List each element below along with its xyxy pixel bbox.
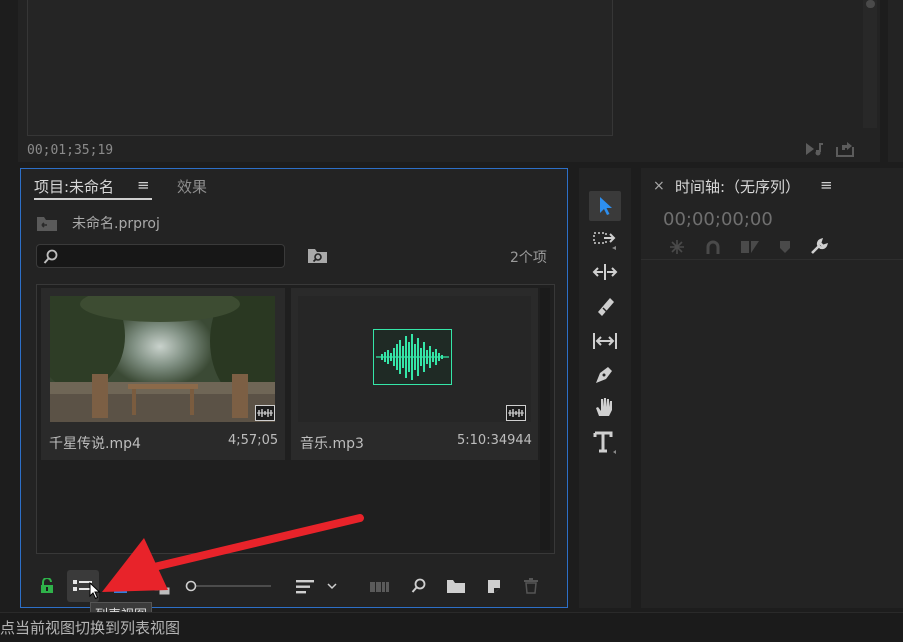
nest-sequence-icon[interactable]	[668, 238, 686, 256]
source-monitor-panel-edge	[888, 0, 903, 162]
panel-menu-icon[interactable]: ≡	[820, 176, 833, 194]
automate-to-sequence-icon[interactable]	[370, 580, 390, 594]
clear-icon[interactable]	[524, 578, 538, 594]
new-item-icon[interactable]	[486, 578, 502, 594]
grid-scrollbar[interactable]	[540, 288, 550, 550]
snap-icon[interactable]	[705, 239, 721, 255]
active-tab-indicator	[34, 198, 152, 200]
type-tool[interactable]	[592, 430, 618, 456]
add-marker-icon[interactable]	[779, 240, 791, 254]
timeline-panel	[641, 168, 903, 608]
timeline-toolbar	[668, 238, 828, 256]
monitor-scrollbar[interactable]	[863, 0, 877, 128]
ripple-edit-tool[interactable]	[592, 261, 618, 287]
razor-tool[interactable]	[592, 296, 618, 322]
find-icon[interactable]	[411, 578, 427, 594]
selection-tool[interactable]	[589, 191, 621, 221]
project-folder-icon	[36, 214, 58, 232]
track-select-tool[interactable]	[592, 228, 618, 254]
monitor-controls	[805, 141, 857, 157]
panel-menu-icon[interactable]: ≡	[137, 176, 150, 194]
pen-tool[interactable]	[592, 363, 618, 389]
video-thumbnail	[50, 296, 275, 422]
selection-arrow-icon	[598, 196, 614, 216]
project-filename: 未命名.prproj	[72, 216, 160, 232]
status-bar-text: 点当前视图切换到列表视图	[0, 619, 181, 637]
close-icon[interactable]: ×	[653, 178, 665, 194]
new-search-bin-icon[interactable]	[307, 247, 329, 265]
video-item-duration: 4;57;05	[228, 433, 279, 448]
new-bin-icon[interactable]	[446, 578, 466, 594]
tab-project[interactable]: 项目:未命名	[34, 176, 114, 197]
audio-scrub-icon[interactable]	[805, 141, 825, 157]
monitor-timecode[interactable]: 00;01;35;19	[27, 143, 113, 158]
item-count: 2个项	[510, 250, 547, 266]
lock-icon[interactable]	[39, 578, 55, 594]
wrench-icon[interactable]	[810, 238, 828, 256]
timeline-timecode[interactable]: 00;00;00;00	[663, 209, 773, 230]
linked-selection-icon[interactable]	[740, 239, 760, 255]
tab-effects[interactable]: 效果	[177, 176, 207, 197]
export-frame-icon[interactable]	[835, 141, 857, 157]
timeline-divider	[641, 259, 903, 260]
search-icon	[43, 249, 59, 265]
hand-tool[interactable]	[592, 396, 618, 422]
monitor-scrollbar-thumb[interactable]	[866, 0, 875, 8]
slip-tool[interactable]	[592, 330, 618, 356]
search-input[interactable]	[62, 246, 281, 268]
audio-item-type-icon	[506, 405, 526, 421]
annotation-arrow	[102, 514, 364, 592]
mouse-cursor-icon	[89, 582, 101, 600]
audio-waveform-icon	[373, 329, 452, 385]
video-item-name: 千星传说.mp4	[49, 436, 141, 452]
timeline-title[interactable]: 时间轴:（无序列）	[675, 176, 800, 197]
monitor-screen[interactable]	[27, 0, 613, 136]
audio-item-duration: 5:10:34944	[457, 433, 532, 448]
audio-item-name: 音乐.mp3	[300, 436, 364, 452]
video-item-type-icon	[255, 405, 275, 421]
